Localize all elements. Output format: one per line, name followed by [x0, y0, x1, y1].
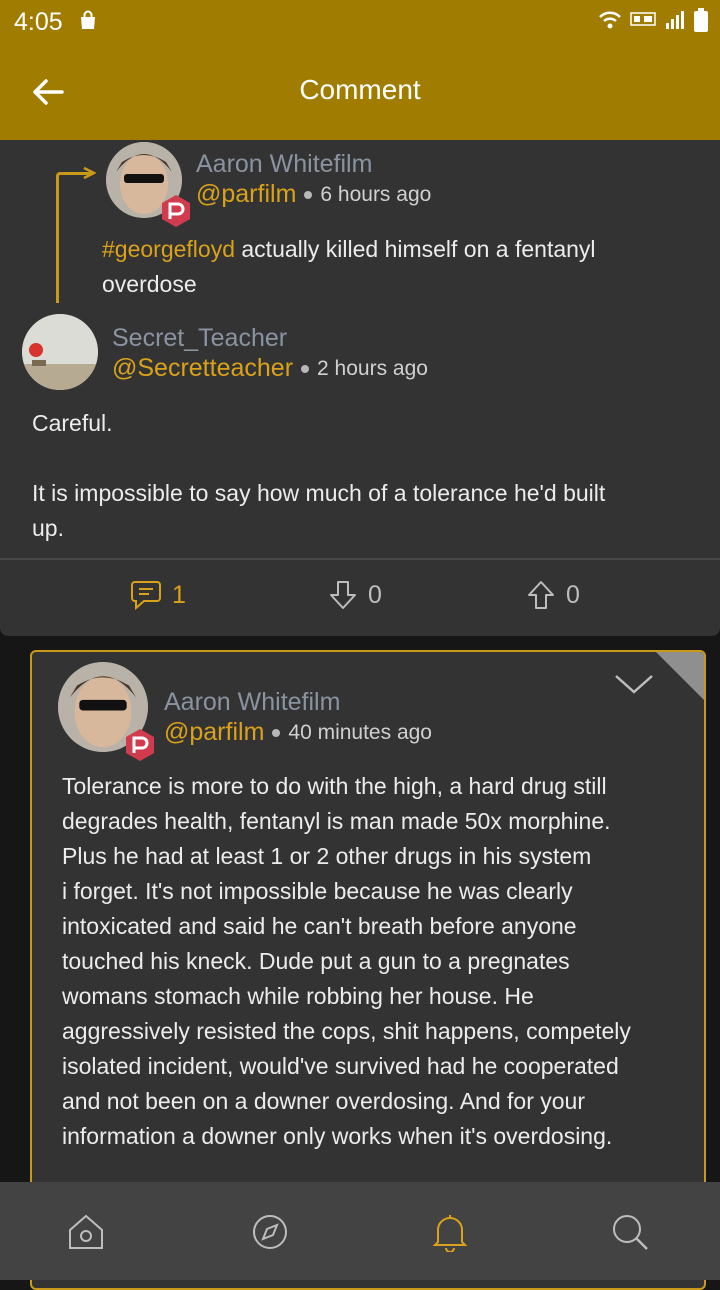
author-meta: @Secretteacher 2 hours ago	[112, 354, 428, 383]
compass-icon[interactable]	[250, 1212, 290, 1252]
separator-dot	[272, 728, 281, 737]
home-icon[interactable]	[66, 1212, 106, 1252]
author-meta: @parfilm 40 minutes ago	[164, 718, 432, 747]
comment-text: #georgefloyd actually killed himself on …	[102, 232, 596, 302]
reply-text-line: i forget. It's not impossible because he…	[62, 878, 573, 904]
reply-text-line: and not been on a downer overdosing. And…	[62, 1088, 585, 1114]
timestamp: 2 hours ago	[317, 356, 428, 380]
avatar-image	[22, 314, 98, 390]
reply-text: Tolerance is more to do with the high, a…	[62, 769, 631, 1154]
reply-arrow-icon	[83, 166, 96, 180]
app-bar: Comment	[0, 44, 720, 140]
reply-text-line: isolated incident, would've survived had…	[62, 1053, 619, 1079]
comments-count: 1	[172, 580, 186, 609]
comments-button[interactable]: 1	[130, 580, 186, 610]
search-icon[interactable]	[610, 1212, 650, 1252]
signal-icon	[666, 11, 684, 29]
reply-text-line: womans stomach while robbing her house. …	[62, 983, 534, 1009]
reply-text-line: Tolerance is more to do with the high, a…	[62, 773, 607, 799]
author-handle[interactable]: @parfilm	[196, 180, 296, 209]
reply-text-line: degrades health, fentanyl is man made 50…	[62, 808, 611, 834]
author-meta: @parfilm 6 hours ago	[196, 180, 431, 209]
battery-icon	[694, 8, 708, 32]
reply-text-line: Plus he had at least 1 or 2 other drugs …	[62, 843, 592, 869]
comment-text: Careful. It is impossible to say how muc…	[32, 406, 605, 546]
author-name[interactable]: Aaron Whitefilm	[164, 688, 340, 717]
reply-text-line: intoxicated and said he can't breath bef…	[62, 913, 577, 939]
page-title: Comment	[299, 74, 421, 105]
bell-icon[interactable]	[430, 1212, 470, 1252]
bottom-navigation	[0, 1182, 720, 1280]
lte-icon	[630, 12, 656, 26]
downvote-count: 0	[368, 580, 382, 609]
comment-text-line: It is impossible to say how much of a to…	[32, 480, 606, 506]
parler-badge-icon	[162, 195, 190, 227]
upvote-button[interactable]: 0	[526, 580, 580, 610]
status-time: 4:05	[14, 8, 63, 36]
wifi-icon	[599, 11, 621, 29]
upvote-arrow-icon	[528, 581, 554, 609]
author-name[interactable]: Secret_Teacher	[112, 324, 287, 353]
timestamp: 40 minutes ago	[288, 720, 432, 744]
separator-dot	[304, 190, 313, 199]
reply-text-line: information a downer only works when it'…	[62, 1123, 613, 1149]
parler-badge-icon	[126, 729, 154, 761]
author-handle[interactable]: @parfilm	[164, 718, 264, 747]
comment-bubble-icon	[131, 581, 161, 610]
reply-thread-line	[56, 172, 91, 303]
card-corner-fold	[656, 652, 704, 700]
downvote-button[interactable]: 0	[328, 580, 382, 610]
comment-card	[0, 140, 720, 636]
reply-text-line: touched his kneck. Dude put a gun to a p…	[62, 948, 570, 974]
system-icons	[598, 8, 708, 32]
comment-text-line: overdose	[102, 271, 197, 297]
upvote-count: 0	[566, 580, 580, 609]
comment-text-line: up.	[32, 515, 64, 541]
avatar[interactable]	[22, 314, 98, 390]
chevron-down-icon[interactable]	[612, 672, 656, 698]
shopping-bag-icon	[81, 10, 95, 29]
separator-dot	[301, 364, 310, 373]
comment-text-line: actually killed himself on a fentanyl	[241, 236, 596, 262]
author-handle[interactable]: @Secretteacher	[112, 354, 293, 383]
hashtag-link[interactable]: #georgefloyd	[102, 236, 235, 262]
comment-paragraph: Careful.	[32, 410, 113, 436]
author-name[interactable]: Aaron Whitefilm	[196, 150, 372, 179]
status-bar: 4:05	[0, 0, 720, 44]
timestamp: 6 hours ago	[320, 182, 432, 206]
reply-text-line: aggressively resisted the cops, shit hap…	[62, 1018, 631, 1044]
downvote-arrow-icon	[330, 581, 356, 609]
divider	[0, 558, 720, 560]
